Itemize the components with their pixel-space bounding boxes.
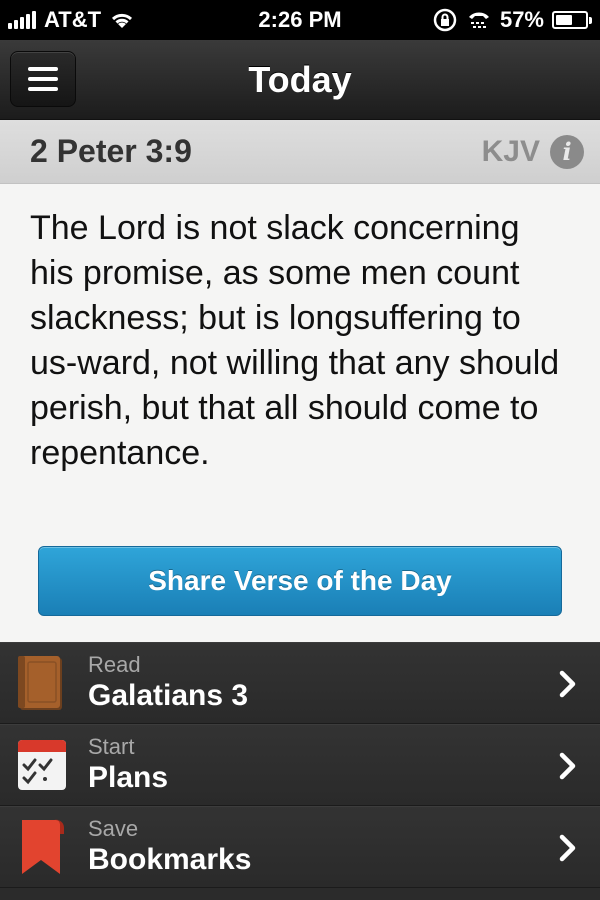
calendar-icon	[18, 739, 66, 790]
carrier-label: AT&T	[44, 7, 102, 32]
list-item-sub: Start	[88, 733, 135, 759]
verse-text: The Lord is not slack concerning his pro…	[30, 209, 560, 472]
battery-icon	[552, 11, 592, 29]
verse-header-right: KJV i	[482, 134, 584, 169]
menu-list: Read Galatians 3 Start Plans Save Bookma…	[0, 642, 600, 888]
signal-icon	[8, 11, 36, 29]
bookmark-icon	[22, 819, 65, 874]
list-item-sub: Save	[88, 815, 139, 841]
share-verse-button[interactable]: Share Verse of the Day	[38, 546, 562, 616]
wifi-icon	[111, 13, 133, 28]
menu-icon	[28, 67, 58, 71]
verse-version[interactable]: KJV	[482, 135, 540, 169]
list-item-text: Save Bookmarks	[88, 816, 251, 878]
list-item-sub: Read	[88, 651, 141, 677]
chevron-right-icon	[559, 834, 576, 862]
status-left: AT&T	[8, 7, 135, 33]
chevron-right-icon	[559, 670, 576, 698]
status-bar: AT&T 2:26 PM 57%	[0, 0, 600, 40]
list-item-main: Bookmarks	[88, 842, 252, 876]
verse-header: 2 Peter 3:9 KJV i	[0, 120, 600, 184]
info-icon[interactable]: i	[550, 134, 584, 169]
list-item-text: Read Galatians 3	[88, 652, 248, 714]
list-item-bookmarks[interactable]: Save Bookmarks	[0, 806, 600, 888]
list-item-plans[interactable]: Start Plans	[0, 724, 600, 806]
rotation-lock-icon	[433, 8, 457, 32]
list-item-main: Plans	[88, 760, 169, 794]
status-right: 57%	[432, 7, 592, 33]
menu-button[interactable]	[10, 51, 76, 107]
page-title: Today	[248, 58, 352, 100]
list-item-read[interactable]: Read Galatians 3	[0, 642, 600, 724]
book-icon	[18, 655, 62, 710]
nav-bar: Today	[0, 40, 600, 120]
chevron-right-icon	[559, 752, 576, 780]
list-item-main: Galatians 3	[88, 678, 249, 712]
verse-card: 2 Peter 3:9 KJV i The Lord is not slack …	[0, 120, 600, 642]
verse-reference[interactable]: 2 Peter 3:9	[30, 133, 192, 170]
tty-icon	[468, 12, 489, 28]
battery-percent: 57%	[499, 7, 544, 32]
battery-fill	[556, 15, 572, 25]
list-item-text: Start Plans	[88, 734, 168, 796]
